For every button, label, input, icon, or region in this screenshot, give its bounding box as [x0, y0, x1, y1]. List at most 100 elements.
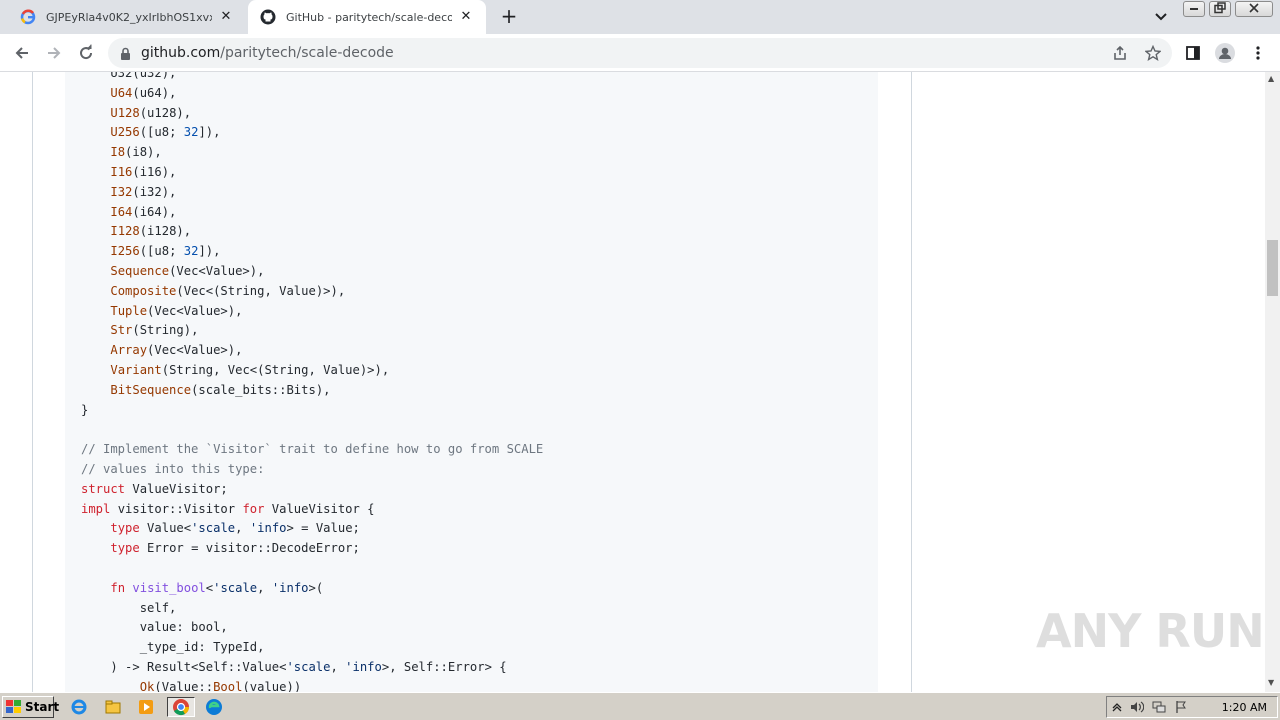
- code-listing[interactable]: U32(u32), U64(u64), U128(u128), U256([u8…: [81, 72, 543, 692]
- media-icon[interactable]: [135, 697, 157, 717]
- code-token: Variant: [110, 362, 162, 377]
- explorer-icon[interactable]: [102, 697, 124, 717]
- code-token: 'scale: [286, 659, 331, 674]
- share-icon[interactable]: [1112, 45, 1128, 61]
- code-token: _type_id: TypeId,: [81, 640, 265, 655]
- close-tab-icon[interactable]: ✕: [218, 9, 234, 25]
- scroll-up-arrow-icon[interactable]: ▲: [1268, 74, 1274, 83]
- code-token: // Implement the `Visitor` trait to defi…: [81, 442, 544, 457]
- code-token: Str: [110, 323, 133, 338]
- code-line: U32(u32),: [81, 72, 543, 84]
- google-icon: [20, 9, 36, 25]
- volume-icon[interactable]: [1129, 700, 1145, 716]
- action-center-flag-icon[interactable]: [1173, 700, 1189, 716]
- code-token: (Vec<Value>),: [147, 303, 243, 318]
- address-bar[interactable]: github.com/paritytech/scale-decode: [108, 38, 1172, 68]
- code-line: BitSequence(scale_bits::Bits),: [81, 381, 543, 401]
- code-token: ,: [235, 521, 250, 536]
- clock: 1:20 AM: [1221, 701, 1267, 714]
- ie-icon[interactable]: [68, 697, 90, 717]
- tab-google[interactable]: GJPEyRla4v0K2_yxIrIbhOS1xvxa8f- ✕: [8, 0, 246, 34]
- code-line: Tuple(Vec<Value>),: [81, 302, 543, 322]
- code-token: >(: [308, 580, 324, 595]
- code-line: fn visit_bool<'scale, 'info>(: [81, 579, 543, 599]
- code-token: >, Self::Error> {: [381, 659, 507, 674]
- network-icon[interactable]: [1151, 700, 1167, 716]
- new-tab-button[interactable]: +: [498, 6, 520, 28]
- minimize-icon[interactable]: [1183, 1, 1205, 17]
- code-token: BitSequence: [110, 382, 192, 397]
- code-line: I128(i128),: [81, 222, 543, 242]
- code-token: I32: [110, 184, 133, 199]
- bookmark-star-icon[interactable]: [1144, 44, 1162, 61]
- code-token: Array: [110, 343, 148, 358]
- code-token: ValueVisitor {: [264, 501, 375, 516]
- tab-search-icon[interactable]: [1152, 9, 1170, 25]
- tab-strip: GJPEyRla4v0K2_yxIrIbhOS1xvxa8f- ✕ GitHub…: [0, 0, 1280, 34]
- code-token: I64: [110, 204, 133, 219]
- profile-avatar-icon[interactable]: [1215, 43, 1235, 63]
- url-path: /paritytech/scale-decode: [220, 45, 394, 61]
- code-token: (Vec<Value>),: [147, 343, 243, 358]
- code-line: U256([u8; 32]),: [81, 123, 543, 143]
- restore-icon[interactable]: [1209, 1, 1231, 17]
- code-token: (Value::: [154, 679, 214, 692]
- page-scrollbar[interactable]: ▲ ▼: [1265, 72, 1280, 692]
- tray-expand-icon[interactable]: [1109, 700, 1125, 716]
- back-icon[interactable]: [10, 41, 34, 65]
- code-token: visitor::Visitor: [110, 501, 243, 516]
- code-line: type Error = visitor::DecodeError;: [81, 539, 543, 559]
- start-button[interactable]: Start: [2, 696, 59, 718]
- code-line: value: bool,: [81, 618, 543, 638]
- code-line: Str(String),: [81, 321, 543, 341]
- url-text: github.com/paritytech/scale-decode: [141, 45, 394, 61]
- reload-icon[interactable]: [74, 41, 98, 65]
- code-token: type: [110, 541, 140, 556]
- code-token: I256: [110, 244, 140, 259]
- lock-icon[interactable]: [120, 46, 131, 65]
- code-token: visit_bool: [132, 580, 206, 595]
- code-line: I256([u8; 32]),: [81, 242, 543, 262]
- code-token: impl: [81, 501, 111, 516]
- kebab-menu-icon[interactable]: [1248, 43, 1268, 63]
- forward-icon[interactable]: [42, 41, 66, 65]
- code-token: ,: [330, 659, 346, 674]
- scroll-down-arrow-icon[interactable]: ▼: [1268, 678, 1274, 687]
- code-token: ([u8;: [139, 125, 184, 140]
- code-token: Sequence: [110, 263, 170, 278]
- code-line: I64(i64),: [81, 203, 543, 223]
- browser-toolbar: github.com/paritytech/scale-decode: [0, 34, 1280, 72]
- scrollbar-thumb[interactable]: [1267, 240, 1278, 296]
- edge-icon[interactable]: [203, 697, 225, 717]
- code-token: 32: [183, 125, 199, 140]
- tab-title: GitHub - paritytech/scale-decode: De: [286, 10, 452, 24]
- chrome-icon[interactable]: [167, 697, 195, 717]
- code-token: (u128),: [139, 105, 192, 120]
- window-close-icon[interactable]: [1235, 1, 1273, 17]
- code-token: ([u8;: [139, 244, 184, 259]
- code-line: struct ValueVisitor;: [81, 480, 543, 500]
- code-token: (String),: [132, 323, 199, 338]
- code-token: 'info: [271, 580, 309, 595]
- code-line: I16(i16),: [81, 163, 543, 183]
- side-panel-icon[interactable]: [1183, 43, 1203, 63]
- code-line: // values into this type:: [81, 460, 543, 480]
- close-tab-icon[interactable]: ✕: [458, 9, 474, 25]
- code-line: Sequence(Vec<Value>),: [81, 262, 543, 282]
- code-token: <: [205, 580, 214, 595]
- code-token: (scale_bits::Bits),: [191, 382, 331, 397]
- code-token: ]),: [198, 125, 221, 140]
- tab-github[interactable]: GitHub - paritytech/scale-decode: De ✕: [248, 0, 486, 34]
